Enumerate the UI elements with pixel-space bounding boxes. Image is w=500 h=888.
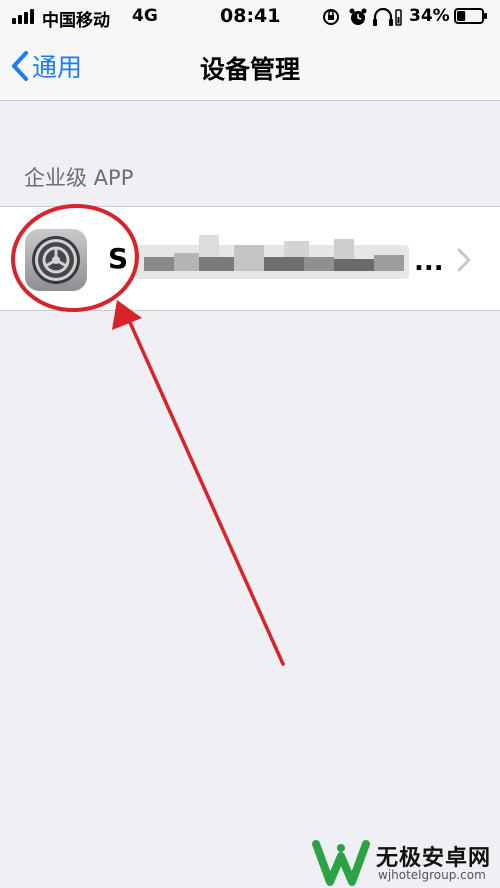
watermark: 无极安卓网 wjhotelgroup.com <box>310 838 500 888</box>
orientation-lock-icon <box>323 9 339 25</box>
enterprise-app-list: S ... <box>0 206 500 311</box>
app-name: S <box>108 242 129 275</box>
charging-battery-small-icon <box>395 9 402 26</box>
carrier-name: 中国移动 <box>42 11 110 31</box>
navigation-bar: 通用 设备管理 <box>0 34 500 101</box>
section-header: 企业级 APP <box>24 166 134 190</box>
app-name-ellipsis: ... <box>414 247 444 277</box>
signal-icon <box>12 8 38 24</box>
alarm-icon <box>349 8 367 25</box>
page-title: 设备管理 <box>199 55 300 84</box>
chevron-right-icon <box>457 248 471 272</box>
list-item-enterprise-app[interactable]: S ... <box>0 207 500 310</box>
watermark-logo-icon <box>312 840 370 886</box>
annotation-overlay <box>11 203 285 666</box>
settings-gear-icon <box>25 229 87 291</box>
annotation-arrow-icon <box>112 300 285 666</box>
status-icons <box>323 7 402 26</box>
battery-icon <box>454 8 487 24</box>
headphones-icon <box>373 7 393 26</box>
watermark-url: wjhotelgroup.com <box>378 868 486 882</box>
status-bar: 中国移动 4G 08:41 34% <box>0 0 500 34</box>
status-time: 08:41 <box>220 5 281 27</box>
network-type: 4G <box>132 6 158 26</box>
battery-percent: 34% <box>409 6 450 26</box>
redacted-app-name <box>134 235 409 279</box>
